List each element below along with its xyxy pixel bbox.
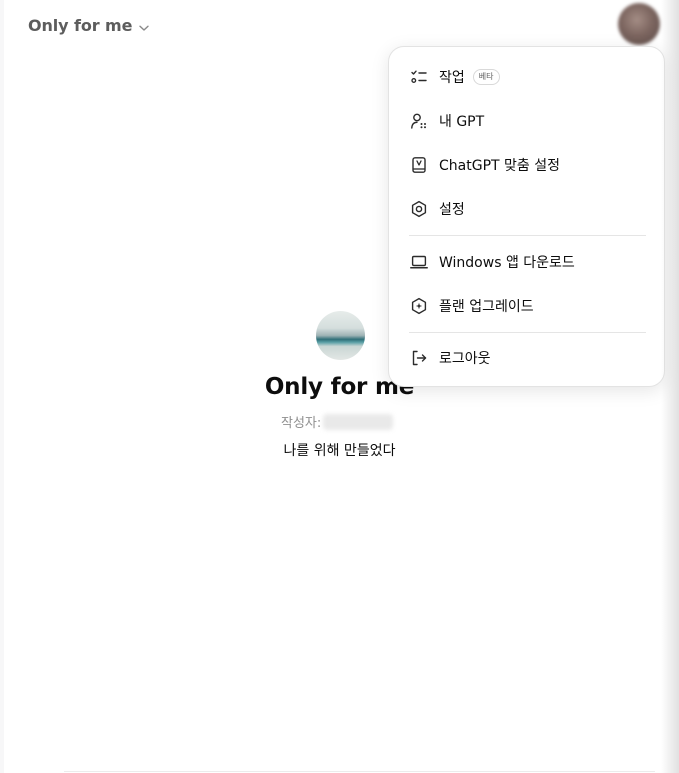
upgrade-icon — [409, 296, 429, 316]
account-menu: 작업 베타 내 GPT ChatGPT 맞춤 설정 설정 Windows 앱 다… — [388, 46, 665, 387]
bottom-divider — [64, 771, 655, 772]
logout-icon — [409, 348, 429, 368]
menu-item-customize[interactable]: ChatGPT 맞춤 설정 — [399, 147, 654, 183]
sidebar-edge — [0, 0, 4, 773]
gpt-image — [316, 311, 365, 360]
menu-item-tasks[interactable]: 작업 베타 — [399, 59, 654, 95]
app-window: Only for me Only for me 작성자: 나를 위해 만들었다 — [0, 0, 679, 773]
menu-divider — [409, 332, 646, 333]
menu-item-my-gpts[interactable]: 내 GPT — [399, 103, 654, 139]
menu-divider — [409, 235, 646, 236]
gpt-description: 나를 위해 만들었다 — [283, 443, 396, 459]
menu-item-label: 설정 — [439, 202, 465, 218]
author-name-redacted — [323, 413, 394, 430]
author-label: 작성자: — [281, 416, 322, 431]
menu-item-label: 작업 — [439, 70, 465, 86]
gpt-author: 작성자: — [281, 412, 394, 431]
menu-item-settings[interactable]: 설정 — [399, 191, 654, 227]
tasks-icon — [409, 67, 429, 87]
settings-icon — [409, 199, 429, 219]
menu-item-logout[interactable]: 로그아웃 — [399, 340, 654, 376]
menu-item-label: 로그아웃 — [439, 351, 491, 367]
user-avatar[interactable] — [618, 3, 660, 45]
my-gpts-icon — [409, 111, 429, 131]
laptop-icon — [409, 252, 429, 272]
beta-badge: 베타 — [472, 69, 500, 85]
menu-item-label: 플랜 업그레이드 — [439, 299, 534, 315]
menu-item-upgrade-plan[interactable]: 플랜 업그레이드 — [399, 288, 654, 324]
menu-item-label: Windows 앱 다운로드 — [439, 255, 575, 271]
window-edge-shadow — [661, 0, 679, 773]
gpt-selector-button[interactable]: Only for me — [20, 10, 158, 40]
menu-item-label: ChatGPT 맞춤 설정 — [439, 158, 560, 174]
chevron-down-icon — [138, 19, 150, 31]
gpt-selector-title: Only for me — [28, 15, 133, 35]
menu-item-download-windows-app[interactable]: Windows 앱 다운로드 — [399, 244, 654, 280]
customize-icon — [409, 155, 429, 175]
menu-item-label: 내 GPT — [439, 114, 485, 130]
